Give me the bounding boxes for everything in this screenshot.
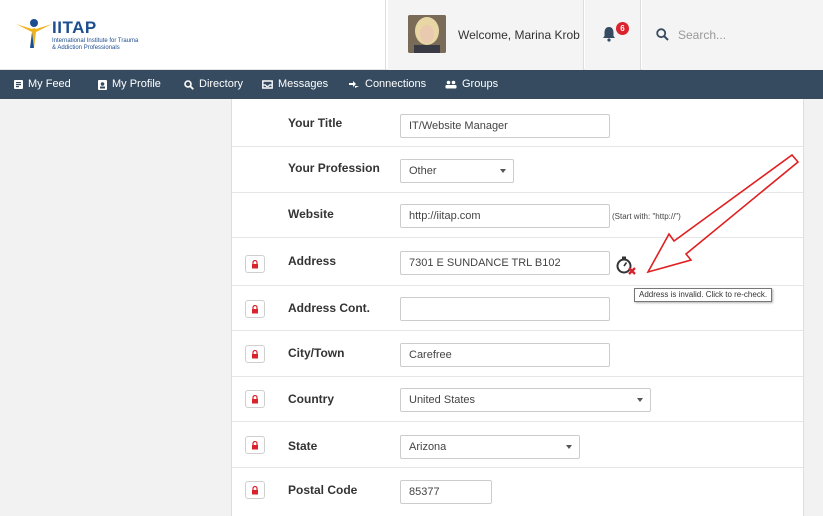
form-row-postal: Postal Code 85377 <box>232 468 803 516</box>
lock-icon <box>252 259 258 268</box>
privacy-lock-button[interactable] <box>245 481 265 499</box>
profession-select[interactable]: Other <box>400 159 514 183</box>
main-nav: My Feed My Profile Directory Messages Co… <box>0 70 823 99</box>
address-cont-label: Address Cont. <box>288 301 371 315</box>
form-row-country: Country United States <box>232 377 803 422</box>
nav-item-directory[interactable]: Directory <box>184 70 243 99</box>
country-select[interactable]: United States <box>400 388 651 412</box>
form-row-website: Website http://iitap.com (Start with: "h… <box>232 193 803 238</box>
feed-icon <box>14 80 23 89</box>
bell-icon <box>603 27 615 42</box>
profession-label: Your Profession <box>288 161 380 175</box>
address-label: Address <box>288 254 337 268</box>
nav-label: Messages <box>278 78 329 90</box>
country-value: United States <box>409 394 476 406</box>
form-row-address: Address 7301 E SUNDANCE TRL B102 <box>232 238 803 286</box>
nav-label: My Feed <box>28 78 71 90</box>
postal-label: Postal Code <box>288 483 358 497</box>
nav-item-messages[interactable]: Messages <box>262 70 328 99</box>
chevron-down-icon <box>637 398 643 402</box>
form-row-title: Your Title IT/Website Manager <box>232 99 803 147</box>
title-field[interactable]: IT/Website Manager <box>400 114 610 138</box>
search-icon <box>656 28 669 41</box>
privacy-lock-button[interactable] <box>245 300 265 318</box>
search-input[interactable] <box>678 22 808 48</box>
notifications-button[interactable]: 6 <box>585 0 641 70</box>
address-cont-field[interactable] <box>400 297 610 321</box>
nav-item-my-profile[interactable]: My Profile <box>98 70 161 99</box>
right-sidebar <box>803 99 823 516</box>
connections-icon <box>349 81 359 88</box>
form-row-state: State Arizona <box>232 422 803 468</box>
nav-label: My Profile <box>112 78 161 90</box>
nav-item-my-feed[interactable]: My Feed <box>14 70 71 99</box>
chevron-down-icon <box>500 169 506 173</box>
privacy-lock-button[interactable] <box>245 436 265 454</box>
logo-figure-icon <box>16 19 52 48</box>
title-label: Your Title <box>288 116 343 130</box>
header: IITAP International Institute for Trauma… <box>0 0 823 70</box>
lock-icon <box>252 440 258 449</box>
profession-value: Other <box>409 165 437 177</box>
privacy-lock-button[interactable] <box>245 390 265 408</box>
privacy-lock-button[interactable] <box>245 345 265 363</box>
country-label: Country <box>288 392 334 406</box>
state-select[interactable]: Arizona <box>400 435 580 459</box>
logo-subtitle: International Institute for Trauma & Add… <box>52 38 139 51</box>
city-field[interactable]: Carefree <box>400 343 610 367</box>
groups-icon <box>445 80 457 89</box>
lock-icon <box>252 394 258 403</box>
state-value: Arizona <box>409 441 447 453</box>
address-invalid-tooltip: Address is invalid. Click to re-check. <box>634 288 773 302</box>
profile-icon <box>98 79 107 90</box>
state-label: State <box>288 439 318 453</box>
lock-icon <box>252 349 258 358</box>
profile-form: Your Title IT/Website Manager Your Profe… <box>232 99 803 516</box>
welcome-text[interactable]: Welcome, Marina Krob <box>458 28 595 42</box>
city-label: City/Town <box>288 346 345 360</box>
form-row-profession: Your Profession Other <box>232 147 803 193</box>
website-label: Website <box>288 207 334 221</box>
search-bar <box>642 0 823 70</box>
avatar <box>408 15 446 53</box>
user-menu[interactable]: Welcome, Marina Krob <box>388 0 595 70</box>
notification-badge: 6 <box>616 22 629 35</box>
website-field[interactable]: http://iitap.com <box>400 204 610 228</box>
welcome-label: Welcome, Marina Krob <box>458 28 580 42</box>
nav-label: Connections <box>365 78 427 90</box>
logo[interactable]: IITAP International Institute for Trauma… <box>6 0 386 70</box>
privacy-lock-button[interactable] <box>245 255 265 273</box>
chevron-down-icon <box>566 445 572 449</box>
website-hint: (Start with: "http://") <box>612 212 681 221</box>
inbox-icon <box>262 80 273 89</box>
address-field[interactable]: 7301 E SUNDANCE TRL B102 <box>400 251 610 275</box>
nav-item-connections[interactable]: Connections <box>348 70 426 99</box>
nav-label: Groups <box>462 78 499 90</box>
invalid-address-icon[interactable] <box>614 255 638 275</box>
search-icon <box>184 79 194 90</box>
lock-icon <box>252 485 258 494</box>
form-row-city: City/Town Carefree <box>232 331 803 377</box>
nav-item-groups[interactable]: Groups <box>445 70 498 99</box>
lock-icon <box>252 304 258 313</box>
nav-label: Directory <box>199 78 244 90</box>
logo-text: IITAP <box>52 18 97 37</box>
left-sidebar <box>0 99 232 516</box>
postal-field[interactable]: 85377 <box>400 480 492 504</box>
